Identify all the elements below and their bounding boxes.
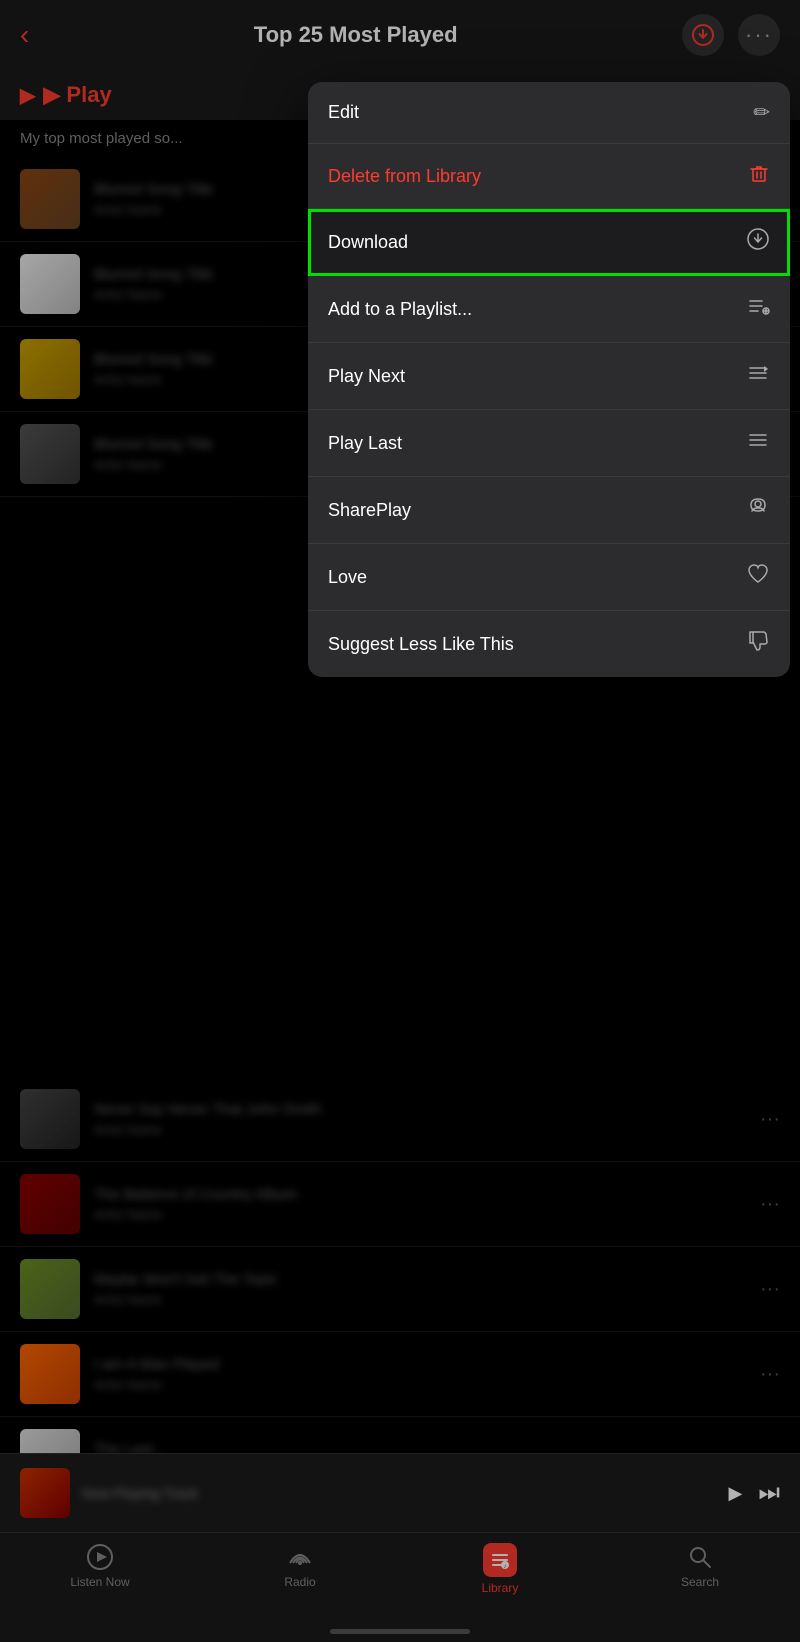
play-next-icon xyxy=(746,361,770,391)
menu-item-play-next[interactable]: Play Next xyxy=(308,343,790,410)
menu-edit-label: Edit xyxy=(328,102,359,123)
menu-add-playlist-label: Add to a Playlist... xyxy=(328,299,472,320)
menu-play-last-label: Play Last xyxy=(328,433,402,454)
context-menu: Edit ✏ Delete from Library Download Add … xyxy=(308,82,790,677)
heart-icon xyxy=(746,562,770,592)
menu-item-love[interactable]: Love xyxy=(308,544,790,611)
menu-item-delete[interactable]: Delete from Library xyxy=(308,144,790,209)
trash-icon xyxy=(748,162,770,190)
menu-item-add-playlist[interactable]: Add to a Playlist... xyxy=(308,276,790,343)
menu-shareplay-label: SharePlay xyxy=(328,500,411,521)
menu-item-suggest-less[interactable]: Suggest Less Like This xyxy=(308,611,790,677)
download-circle-icon xyxy=(746,227,770,257)
add-playlist-icon xyxy=(746,294,770,324)
menu-item-download[interactable]: Download xyxy=(308,209,790,276)
shareplay-icon xyxy=(746,495,770,525)
play-last-icon xyxy=(746,428,770,458)
menu-love-label: Love xyxy=(328,567,367,588)
menu-suggest-less-label: Suggest Less Like This xyxy=(328,634,514,655)
menu-item-shareplay[interactable]: SharePlay xyxy=(308,477,790,544)
menu-item-play-last[interactable]: Play Last xyxy=(308,410,790,477)
menu-play-next-label: Play Next xyxy=(328,366,405,387)
edit-icon: ✏ xyxy=(753,100,770,125)
menu-delete-label: Delete from Library xyxy=(328,166,481,187)
menu-download-label: Download xyxy=(328,232,408,253)
thumbs-down-icon xyxy=(746,629,770,659)
menu-item-edit[interactable]: Edit ✏ xyxy=(308,82,790,144)
